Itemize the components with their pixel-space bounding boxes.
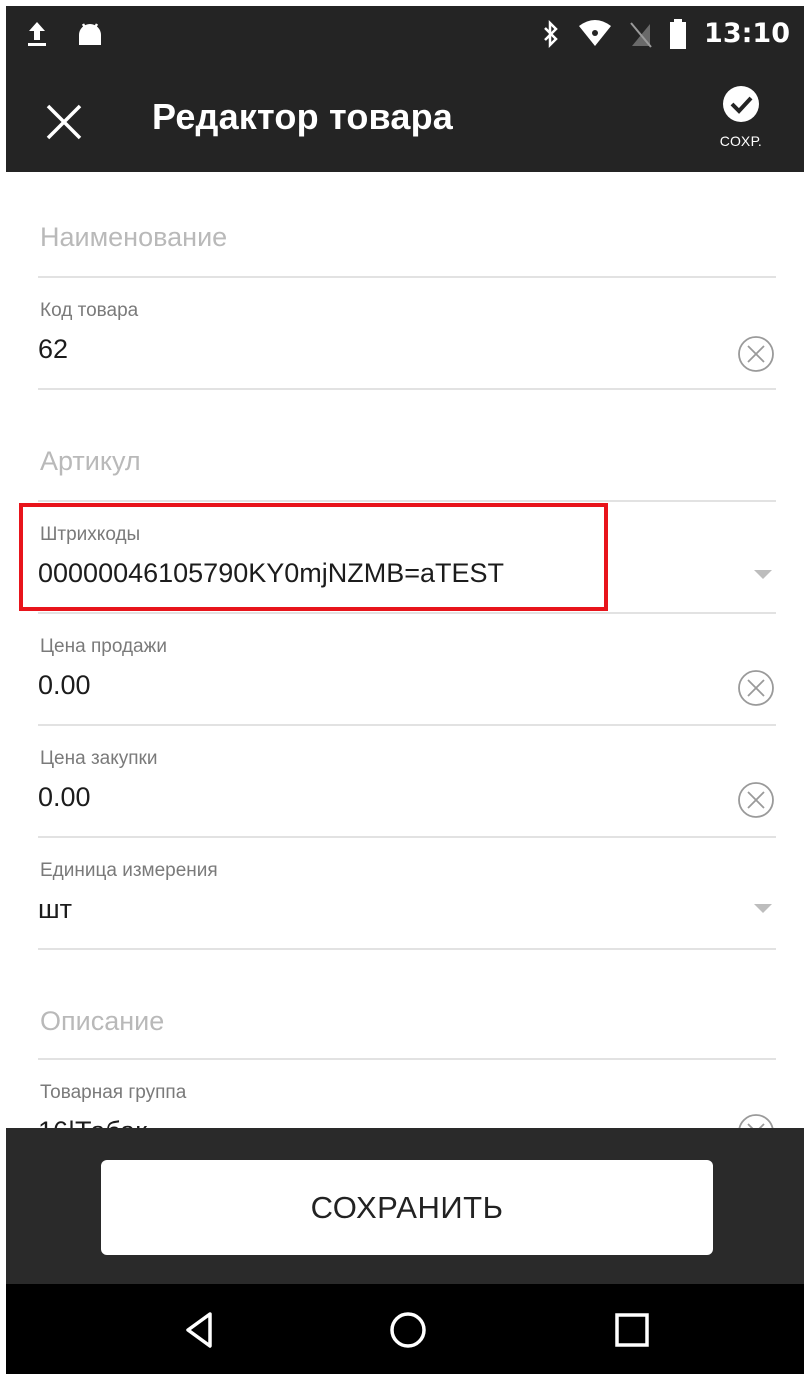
no-sim-icon	[630, 21, 652, 48]
recents-icon[interactable]	[608, 1306, 656, 1354]
clear-icon[interactable]	[736, 334, 776, 374]
code-field[interactable]: Код товара 62	[38, 278, 776, 390]
article-field[interactable]: Артикул	[38, 390, 776, 502]
barcodes-value: 00000046105790KY0mjNZMB=aTEST	[38, 558, 505, 588]
barcodes-field[interactable]: Штрихкоды 00000046105790KY0mjNZMB=aTEST	[38, 502, 776, 614]
clear-icon[interactable]	[736, 780, 776, 820]
battery-icon	[670, 18, 687, 49]
clear-icon[interactable]	[736, 1112, 776, 1128]
back-icon[interactable]	[176, 1306, 224, 1354]
product-form: Наименование Код товара 62 Артикул Штрих…	[6, 172, 804, 1128]
sale-price-field[interactable]: Цена продажи 0.00	[38, 614, 776, 726]
android-icon	[79, 23, 101, 45]
save-action-button[interactable]: СОХР.	[706, 84, 776, 164]
product-group-value: 16|Табак	[38, 1116, 147, 1128]
upload-icon	[28, 22, 46, 46]
article-placeholder: Артикул	[40, 446, 141, 476]
save-action-label: СОХР.	[719, 133, 763, 149]
home-icon[interactable]	[384, 1306, 432, 1354]
product-group-field[interactable]: Товарная группа 16|Табак	[38, 1060, 776, 1128]
page-title: Редактор товара	[152, 96, 454, 137]
purchase-price-field[interactable]: Цена закупки 0.00	[38, 726, 776, 838]
status-time: 13:10	[704, 18, 790, 49]
wifi-icon	[579, 19, 612, 46]
product-group-label: Товарная группа	[40, 1082, 187, 1103]
clear-icon[interactable]	[736, 668, 776, 708]
unit-field[interactable]: Единица измерения шт	[38, 838, 776, 950]
barcodes-label: Штрихкоды	[40, 524, 141, 545]
status-bar: 13:10	[6, 6, 804, 68]
unit-label: Единица измерения	[40, 860, 218, 881]
description-placeholder: Описание	[40, 1006, 165, 1036]
sale-price-value: 0.00	[38, 670, 91, 700]
purchase-price-label: Цена закупки	[40, 748, 158, 769]
save-button[interactable]: СОХРАНИТЬ	[101, 1160, 713, 1255]
close-button[interactable]	[36, 94, 92, 150]
unit-value: шт	[38, 894, 73, 924]
bluetooth-icon	[544, 19, 558, 48]
bottom-panel: СОХРАНИТЬ	[6, 1128, 804, 1284]
check-circle-icon	[723, 86, 759, 122]
name-field[interactable]: Наименование	[38, 200, 776, 278]
navigation-bar	[6, 1284, 804, 1374]
name-placeholder: Наименование	[40, 222, 228, 252]
dropdown-arrow-icon[interactable]	[754, 904, 772, 913]
code-value: 62	[38, 334, 69, 364]
description-field[interactable]: Описание	[38, 950, 776, 1060]
dropdown-arrow-icon[interactable]	[754, 570, 772, 579]
code-label: Код товара	[40, 300, 139, 321]
close-icon	[46, 104, 82, 140]
sale-price-label: Цена продажи	[40, 636, 167, 657]
purchase-price-value: 0.00	[38, 782, 91, 812]
app-bar: Редактор товара СОХР.	[6, 68, 804, 172]
